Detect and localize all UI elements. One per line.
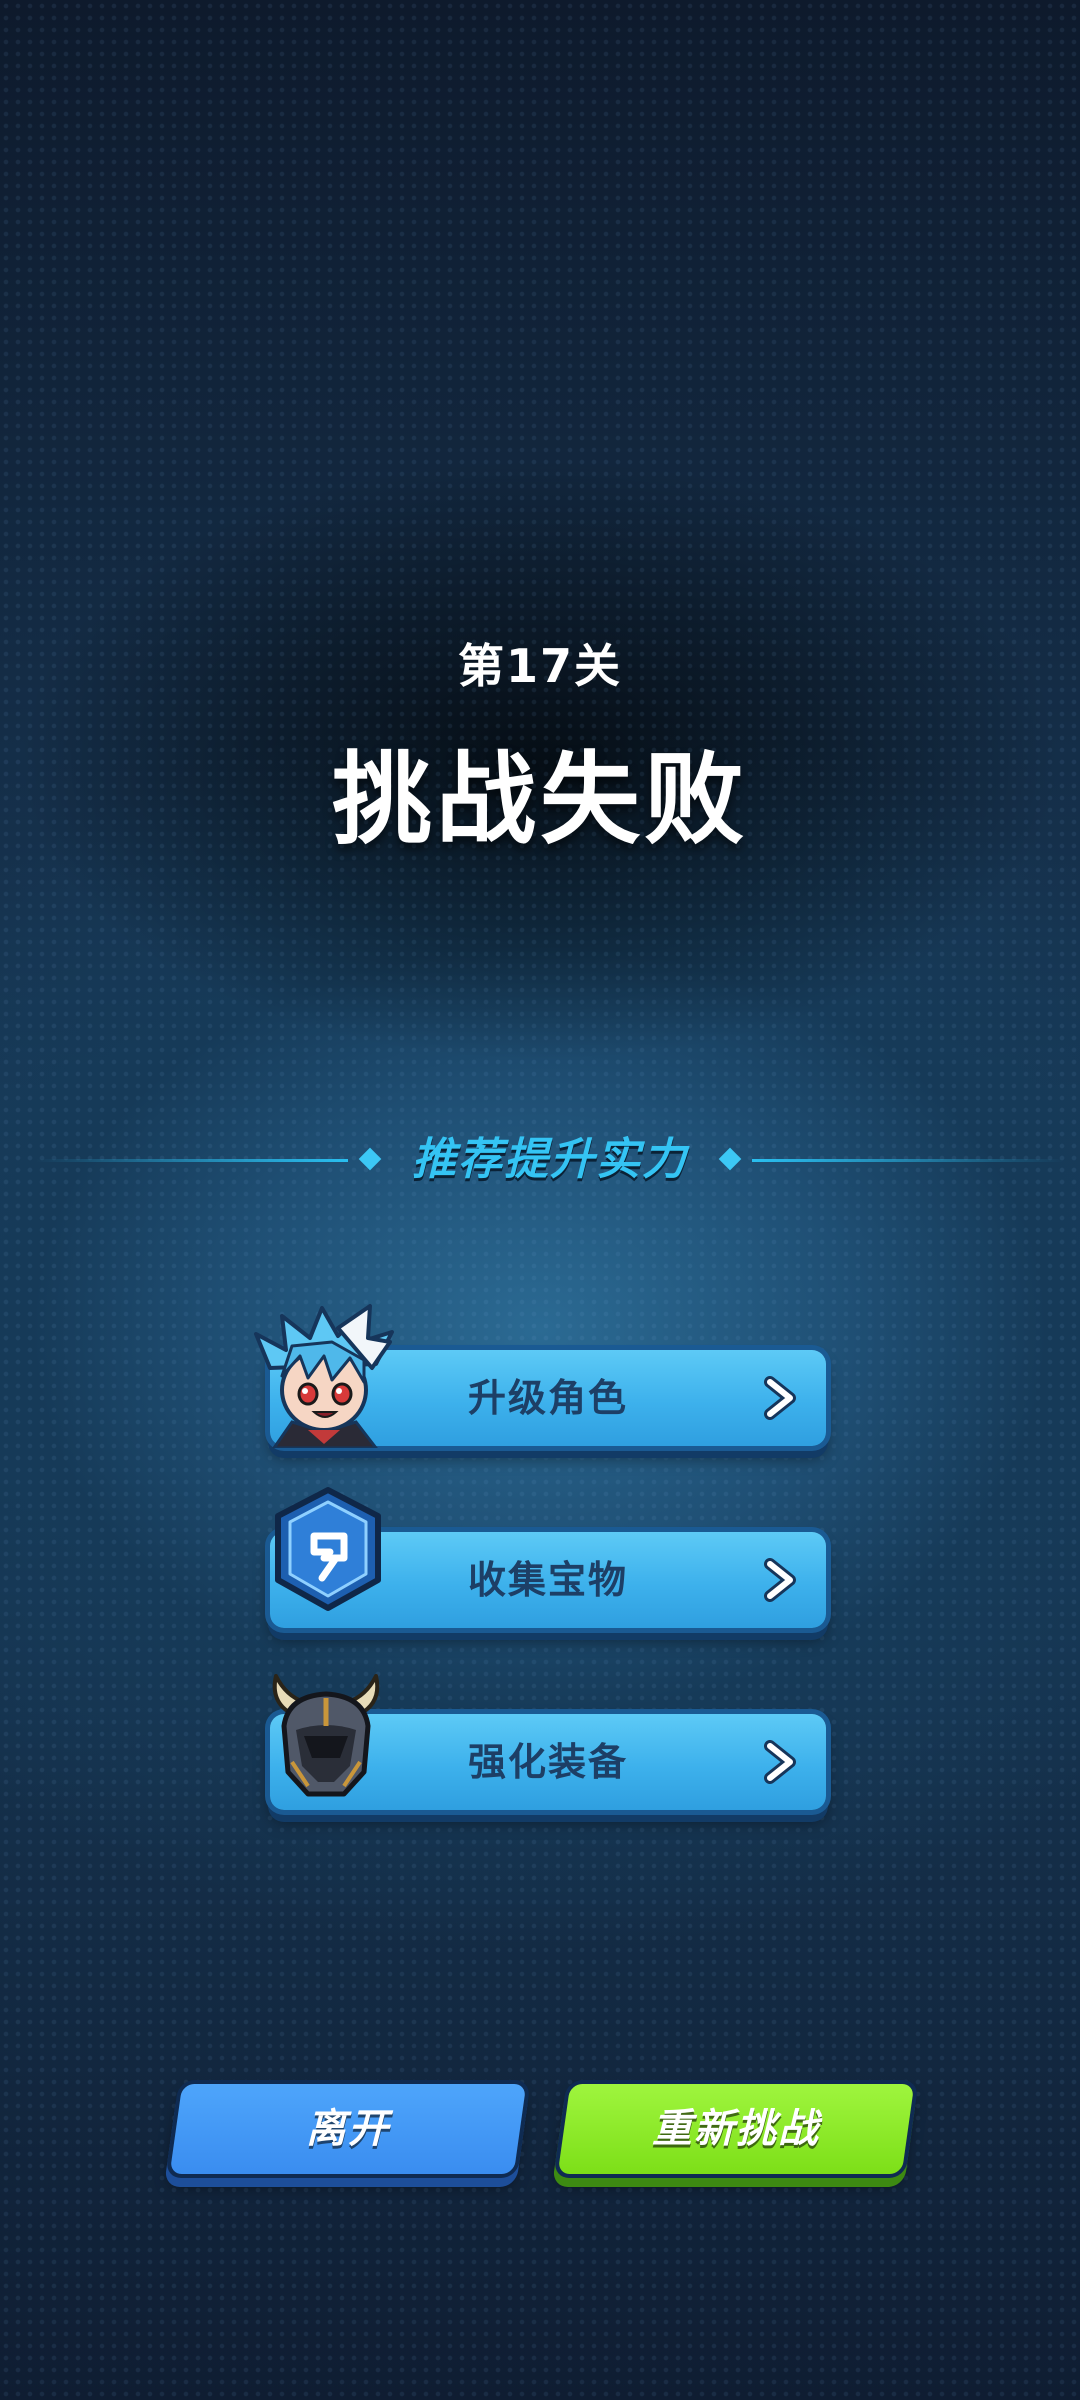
diamond-icon <box>718 1147 742 1171</box>
upgrade-character-label: 升级角色 <box>467 1376 628 1420</box>
divider-line-right <box>752 1159 1064 1162</box>
collect-treasure-label: 收集宝物 <box>467 1558 628 1602</box>
stage-number-label: 第17关 <box>457 639 622 693</box>
chevron-right-icon <box>764 1740 796 1784</box>
leave-button[interactable]: 离开 <box>169 2084 527 2174</box>
retry-button-label: 重新挑战 <box>652 2106 820 2152</box>
upgrade-character-button[interactable]: 升级角色 <box>254 1304 826 1448</box>
background-pattern <box>0 0 1080 2400</box>
retry-button[interactable]: 重新挑战 <box>557 2084 915 2174</box>
collect-treasure-button[interactable]: 收集宝物 <box>270 1487 826 1628</box>
chevron-right-icon <box>764 1558 796 1602</box>
chevron-right-icon <box>764 1376 796 1420</box>
result-title: 挑战失败 <box>332 741 748 858</box>
diamond-icon <box>358 1147 382 1171</box>
leave-button-label: 离开 <box>306 2106 390 2152</box>
enhance-equipment-label: 强化装备 <box>467 1740 628 1784</box>
section-divider: 推荐提升实力 <box>0 1130 1080 1190</box>
section-title: 推荐提升实力 <box>412 1134 688 1185</box>
enhance-equipment-button[interactable]: 强化装备 <box>270 1674 826 1810</box>
divider-line-left <box>36 1159 348 1162</box>
